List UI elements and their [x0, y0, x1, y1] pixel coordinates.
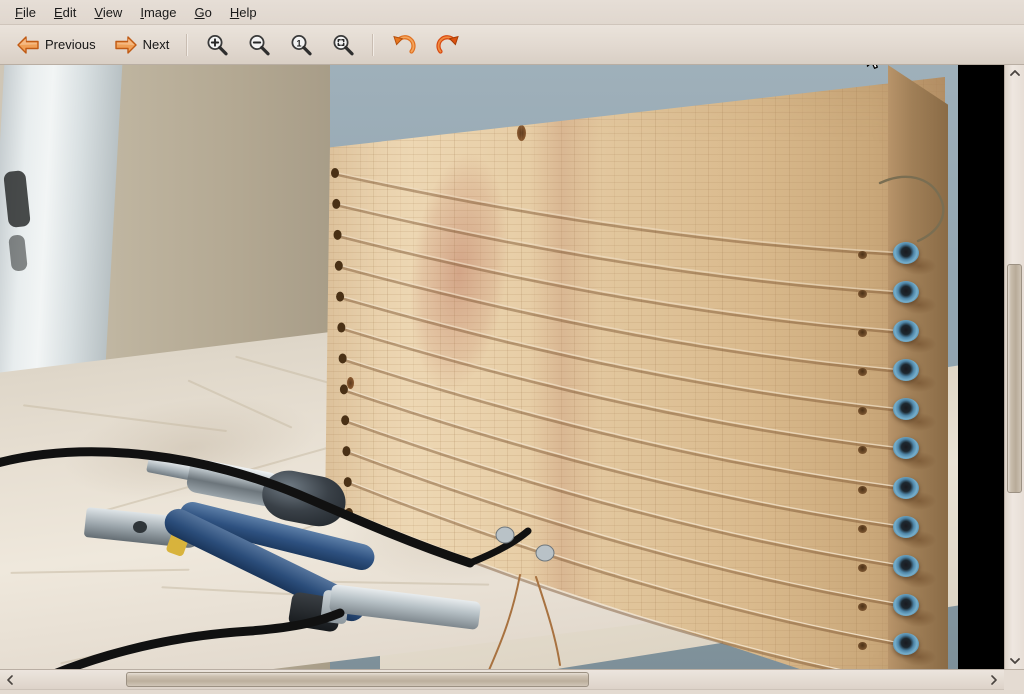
letterbox-bar — [958, 65, 1004, 669]
black-cable — [54, 608, 345, 669]
menu-item-go[interactable]: Go — [185, 2, 220, 23]
next-button[interactable]: Next — [106, 29, 178, 61]
chevron-left-icon[interactable] — [0, 672, 20, 688]
vertical-scroll-track[interactable] — [1005, 81, 1024, 653]
zoom-in-button[interactable] — [197, 29, 237, 61]
arrow-right-icon — [114, 34, 138, 56]
menu-item-view[interactable]: View — [85, 2, 131, 23]
previous-button-label: Previous — [45, 37, 96, 52]
menu-item-edit[interactable]: Edit — [45, 2, 85, 23]
rotate-counterclockwise-icon — [391, 33, 417, 57]
toolbar-separator-2 — [372, 33, 375, 56]
horizontal-scroll-thumb[interactable] — [126, 671, 589, 687]
menu-help-rest: elp — [239, 4, 257, 20]
toolbar: Previous Next 1 — [0, 25, 1024, 65]
menu-item-help[interactable]: Help — [221, 2, 266, 23]
menu-image-rest: mage — [143, 4, 177, 20]
menu-bar: File Edit View Image Go Help — [0, 0, 1024, 25]
chevron-up-icon[interactable] — [1005, 65, 1024, 81]
menu-view-rest: iew — [102, 4, 123, 20]
menu-edit-rest: dit — [62, 4, 77, 20]
image-viewer-window: File Edit View Image Go Help Previous Ne… — [0, 0, 1024, 694]
svg-text:1: 1 — [297, 38, 302, 48]
scrollbar-corner — [1004, 669, 1024, 690]
viewport-row — [0, 65, 1024, 669]
horizontal-scroll-track[interactable] — [20, 670, 984, 690]
vertical-scrollbar[interactable] — [1004, 65, 1024, 669]
copper-wire-loop — [878, 175, 945, 243]
zoom-fit-button[interactable] — [323, 29, 363, 61]
menu-file-rest: ile — [22, 4, 36, 20]
next-button-label: Next — [142, 37, 170, 52]
zoom-out-icon — [247, 33, 271, 57]
menu-edit-mnemonic: E — [53, 4, 63, 20]
image-canvas[interactable] — [0, 65, 1004, 669]
terminal-post — [535, 544, 555, 562]
menu-item-image[interactable]: Image — [131, 2, 185, 23]
vertical-scroll-thumb[interactable] — [1006, 264, 1022, 493]
menu-item-file[interactable]: File — [6, 2, 45, 23]
horizontal-scrollbar[interactable] — [0, 669, 1024, 690]
copper-wire-tail — [535, 576, 561, 666]
photo-image — [0, 65, 958, 669]
zoom-in-icon — [205, 33, 229, 57]
rotate-right-button[interactable] — [427, 29, 469, 61]
toolbar-separator-1 — [186, 33, 189, 56]
arrow-left-icon — [16, 34, 40, 56]
zoom-out-button[interactable] — [239, 29, 279, 61]
chevron-down-icon[interactable] — [1005, 653, 1024, 669]
terminal-post — [495, 526, 515, 544]
window-bottom-edge — [0, 689, 1024, 694]
rotate-clockwise-icon — [435, 33, 461, 57]
chevron-right-icon[interactable] — [984, 672, 1004, 688]
menu-go-mnemonic: G — [194, 4, 205, 20]
zoom-100-percent-icon: 1 — [289, 33, 313, 57]
zoom-normal-button[interactable]: 1 — [281, 29, 321, 61]
previous-button[interactable]: Previous — [8, 29, 104, 61]
zoom-best-fit-icon — [331, 33, 355, 57]
menu-file-mnemonic: F — [15, 4, 23, 20]
black-cable — [0, 447, 475, 568]
menu-help-mnemonic: H — [229, 4, 240, 20]
rotate-left-button[interactable] — [383, 29, 425, 61]
menu-view-mnemonic: V — [94, 4, 103, 20]
copper-wire-tail — [488, 574, 521, 669]
menu-go-rest: o — [204, 4, 212, 20]
cables-overlay — [0, 175, 945, 669]
